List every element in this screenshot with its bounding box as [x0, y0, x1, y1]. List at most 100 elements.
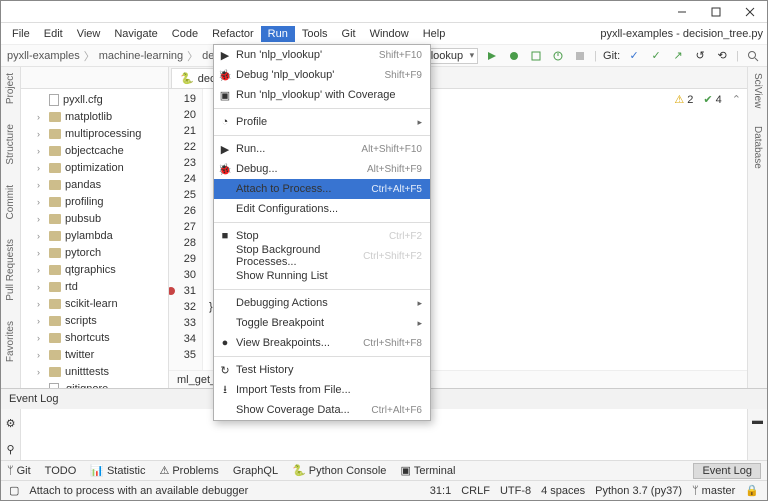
- status-interpreter[interactable]: Python 3.7 (py37): [595, 485, 682, 497]
- menu-refactor[interactable]: Refactor: [205, 26, 261, 42]
- debug-icon[interactable]: [506, 48, 522, 64]
- menu-item-label: Debug...: [236, 163, 278, 175]
- tree-folder[interactable]: ›pytorch: [21, 244, 168, 261]
- status-branch[interactable]: ᛘ master: [692, 485, 735, 497]
- status-encoding[interactable]: UTF-8: [500, 485, 531, 497]
- tool-database[interactable]: Database: [752, 126, 763, 169]
- menu-item-profile[interactable]: ◔Profile▸: [214, 112, 430, 132]
- menu-help[interactable]: Help: [416, 26, 453, 42]
- menu-edit[interactable]: Edit: [37, 26, 70, 42]
- tree-folder[interactable]: ›matplotlib: [21, 108, 168, 125]
- git-update-icon[interactable]: ✓: [626, 48, 642, 64]
- status-eol[interactable]: CRLF: [461, 485, 490, 497]
- git-commit-icon[interactable]: ✓: [648, 48, 664, 64]
- breadcrumb[interactable]: machine-learning: [99, 50, 183, 62]
- run-icon[interactable]: [484, 48, 500, 64]
- menu-item-edit-configurations[interactable]: Edit Configurations...: [214, 199, 430, 219]
- menu-item-label: Debugging Actions: [236, 297, 328, 309]
- menu-item-import-tests-from-file[interactable]: ⭳Import Tests from File...: [214, 380, 430, 400]
- status-indent[interactable]: 4 spaces: [541, 485, 585, 497]
- window-minimize-button[interactable]: [665, 1, 699, 22]
- tool-commit[interactable]: Commit: [5, 185, 16, 219]
- menu-item-run[interactable]: ▶Run...Alt+Shift+F10: [214, 139, 430, 159]
- coverage-icon[interactable]: [528, 48, 544, 64]
- filter-icon[interactable]: ⚲: [3, 441, 19, 457]
- folder-icon: [49, 350, 61, 360]
- window-maximize-button[interactable]: [699, 1, 733, 22]
- folder-icon: [49, 214, 61, 224]
- project-tree[interactable]: pyxll.cfg›matplotlib›multiprocessing›obj…: [21, 89, 168, 388]
- tree-folder[interactable]: ›qtgraphics: [21, 261, 168, 278]
- tool-terminal[interactable]: ▣Terminal: [400, 464, 455, 477]
- menu-item-debugging-actions[interactable]: Debugging Actions▸: [214, 293, 430, 313]
- menu-item-show-coverage-data[interactable]: Show Coverage Data...Ctrl+Alt+F6: [214, 400, 430, 420]
- branch-icon: ᛘ: [692, 485, 699, 497]
- window-close-button[interactable]: [733, 1, 767, 22]
- menu-item-run-nlp-vlookup[interactable]: ▶Run 'nlp_vlookup'Shift+F10: [214, 45, 430, 65]
- folder-icon: [49, 180, 61, 190]
- tool-project[interactable]: Project: [5, 73, 16, 104]
- tree-folder[interactable]: ›objectcache: [21, 142, 168, 159]
- tree-item-label: pytorch: [65, 247, 101, 259]
- status-bar: ▢ Attach to process with an available de…: [1, 480, 767, 500]
- tree-folder[interactable]: ›scripts: [21, 312, 168, 329]
- profile-icon[interactable]: [550, 48, 566, 64]
- gear-icon[interactable]: ⚙: [3, 415, 19, 431]
- window-icon[interactable]: ▢: [9, 484, 19, 497]
- event-log-right-tools: ▬: [747, 409, 767, 460]
- status-caret[interactable]: 31:1: [430, 485, 451, 497]
- tree-folder[interactable]: ›optimization: [21, 159, 168, 176]
- tree-file[interactable]: .gitignore: [21, 380, 168, 388]
- editor-gutter[interactable]: 1920212223242526272829303132333435: [169, 89, 203, 370]
- menu-item-run-nlp-vlookup-with-coverage[interactable]: ▣Run 'nlp_vlookup' with Coverage: [214, 85, 430, 105]
- event-log-button[interactable]: Event Log: [693, 463, 761, 479]
- collapse-icon[interactable]: ▬: [750, 413, 766, 429]
- git-rollback-icon[interactable]: ⟲: [714, 48, 730, 64]
- menu-item-view-breakpoints[interactable]: ●View Breakpoints...Ctrl+Shift+F8: [214, 333, 430, 353]
- menu-window[interactable]: Window: [363, 26, 416, 42]
- tree-folder[interactable]: ›pandas: [21, 176, 168, 193]
- tool-python-console[interactable]: 🐍Python Console: [292, 464, 386, 477]
- tree-folder[interactable]: ›pubsub: [21, 210, 168, 227]
- stop-icon[interactable]: [572, 48, 588, 64]
- git-history-icon[interactable]: ↺: [692, 48, 708, 64]
- menu-tools[interactable]: Tools: [295, 26, 335, 42]
- tool-structure[interactable]: Structure: [5, 124, 16, 165]
- tool-statistic[interactable]: 📊Statistic: [90, 464, 145, 477]
- tree-folder[interactable]: ›shortcuts: [21, 329, 168, 346]
- tree-folder[interactable]: ›rtd: [21, 278, 168, 295]
- tool-sciview[interactable]: SciView: [752, 73, 763, 108]
- inspection-summary[interactable]: ⚠ 2 ✔ 4 ⌃: [674, 93, 741, 106]
- tree-folder[interactable]: ›scikit-learn: [21, 295, 168, 312]
- tool-problems[interactable]: ⚠Problems: [159, 464, 218, 477]
- git-push-icon[interactable]: ↗: [670, 48, 686, 64]
- menu-view[interactable]: View: [70, 26, 108, 42]
- menu-file[interactable]: File: [5, 26, 37, 42]
- folder-icon: [49, 146, 61, 156]
- tool-git[interactable]: ᛘGit: [7, 465, 31, 477]
- menu-item-attach-to-process[interactable]: Attach to Process...Ctrl+Alt+F5: [214, 179, 430, 199]
- search-icon[interactable]: [745, 48, 761, 64]
- tree-file[interactable]: pyxll.cfg: [21, 91, 168, 108]
- tool-todo[interactable]: TODO: [45, 465, 77, 477]
- menu-navigate[interactable]: Navigate: [107, 26, 164, 42]
- menu-code[interactable]: Code: [165, 26, 205, 42]
- tool-favorites[interactable]: Favorites: [5, 321, 16, 362]
- menu-item-toggle-breakpoint[interactable]: Toggle Breakpoint▸: [214, 313, 430, 333]
- breadcrumb[interactable]: pyxll-examples: [7, 50, 80, 62]
- tree-folder[interactable]: ›unitttests: [21, 363, 168, 380]
- menu-item-show-running-list[interactable]: Show Running List: [214, 266, 430, 286]
- history-icon: ↻: [218, 364, 232, 377]
- menu-item-label: Attach to Process...: [236, 183, 331, 195]
- tree-folder[interactable]: ›pylambda: [21, 227, 168, 244]
- tool-graphql[interactable]: GraphQL: [233, 465, 278, 477]
- menu-item-debug-nlp-vlookup[interactable]: 🐞Debug 'nlp_vlookup'Shift+F9: [214, 65, 430, 85]
- tree-folder[interactable]: ›twitter: [21, 346, 168, 363]
- lock-icon[interactable]: 🔒: [745, 484, 759, 497]
- menu-run[interactable]: Run: [261, 26, 295, 42]
- tree-folder[interactable]: ›multiprocessing: [21, 125, 168, 142]
- menu-item-debug[interactable]: 🐞Debug...Alt+Shift+F9: [214, 159, 430, 179]
- tool-pull-requests[interactable]: Pull Requests: [5, 239, 16, 301]
- tree-folder[interactable]: ›profiling: [21, 193, 168, 210]
- menu-git[interactable]: Git: [335, 26, 363, 42]
